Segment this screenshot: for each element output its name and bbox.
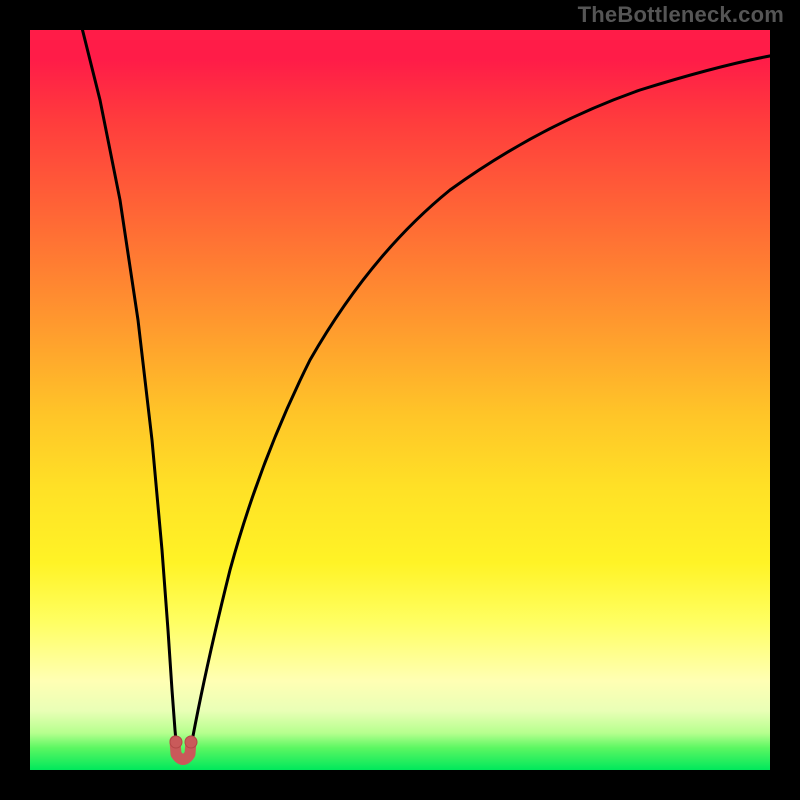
bottleneck-curve-left [80, 30, 177, 752]
bottleneck-curve-right [190, 55, 770, 752]
chart-frame: TheBottleneck.com [0, 0, 800, 800]
plot-area [30, 30, 770, 770]
minimum-dot-right [185, 736, 197, 748]
watermark-text: TheBottleneck.com [578, 2, 784, 28]
minimum-dot-left [170, 736, 182, 748]
curve-layer [30, 30, 770, 770]
